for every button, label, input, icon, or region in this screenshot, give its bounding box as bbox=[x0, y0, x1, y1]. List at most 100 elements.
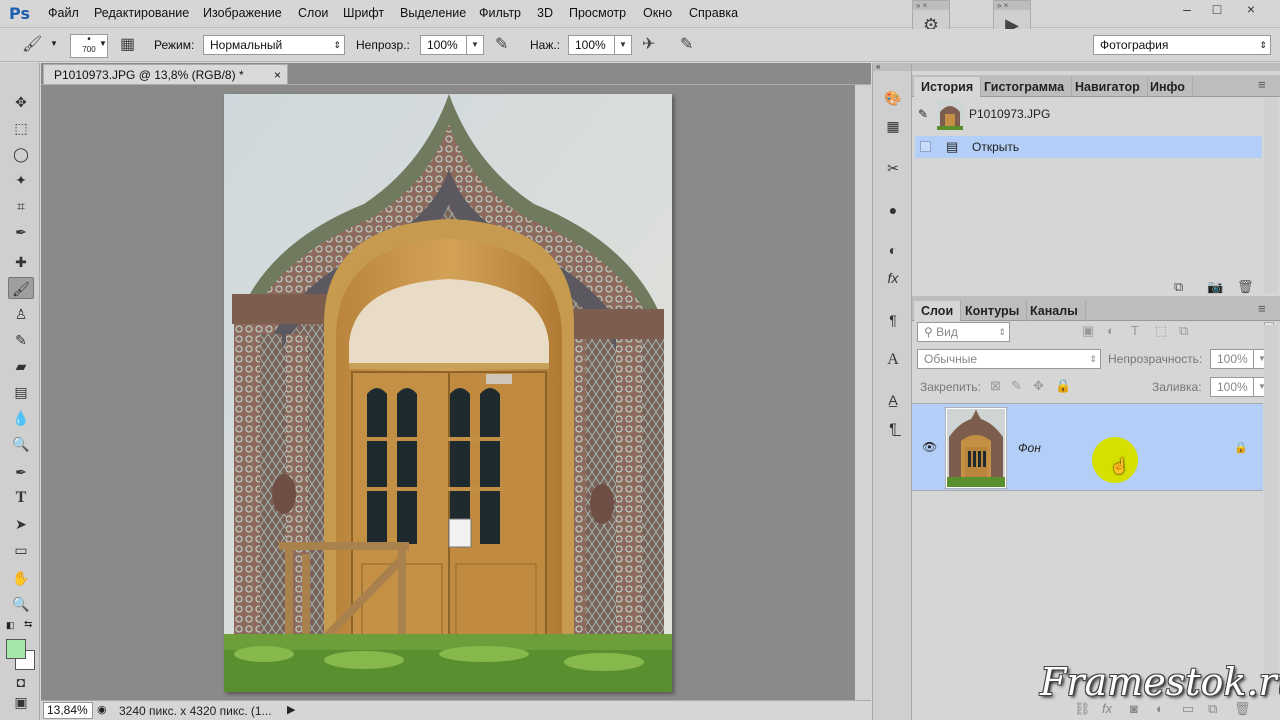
history-snapshot[interactable]: ✎ P1010973.JPG bbox=[912, 98, 1264, 132]
chevron-down-icon[interactable]: ▼ bbox=[99, 39, 107, 48]
lock-position-icon[interactable]: ✥ bbox=[1033, 378, 1044, 394]
layer-filter-select[interactable]: ⚲ Вид ⇕ bbox=[917, 322, 1010, 342]
close-window-button[interactable]: × bbox=[1234, 0, 1268, 20]
menu-file[interactable]: Файл bbox=[48, 6, 79, 20]
quick-mask-icon[interactable]: ◘ bbox=[8, 671, 34, 693]
tab-channels[interactable]: Каналы bbox=[1023, 301, 1086, 321]
history-step-selected[interactable]: ▤ Открыть bbox=[915, 136, 1262, 158]
zoom-tool-icon[interactable]: 🔍 bbox=[8, 593, 34, 615]
workspace-select[interactable]: Фотография ⇕ bbox=[1093, 35, 1271, 55]
hand-tool-icon[interactable]: ✋ bbox=[8, 567, 34, 589]
tab-layers[interactable]: Слои bbox=[914, 301, 962, 321]
maximize-button[interactable]: □ bbox=[1200, 0, 1234, 20]
camera-icon[interactable]: 📷 bbox=[1207, 279, 1223, 295]
color-palette-icon[interactable]: 🎨 bbox=[881, 87, 905, 109]
document-tab[interactable]: P1010973.JPG @ 13,8% (RGB/8) * × bbox=[43, 64, 288, 84]
panel-menu-icon[interactable]: ≡ bbox=[1258, 301, 1266, 316]
tab-info[interactable]: Инфо bbox=[1143, 77, 1193, 97]
menu-image[interactable]: Изображение bbox=[203, 6, 282, 20]
path-select-tool-icon[interactable]: ➤ bbox=[8, 513, 34, 535]
layer-row-background[interactable]: 👁 Фон ☝ 🔒 bbox=[912, 403, 1263, 491]
type-tool-icon[interactable]: T bbox=[8, 487, 34, 509]
tab-histogram[interactable]: Гистограмма bbox=[977, 77, 1073, 97]
marquee-tool-icon[interactable]: ⬚ bbox=[8, 117, 34, 139]
menu-type[interactable]: Шрифт bbox=[343, 6, 384, 20]
pressure-size-icon[interactable]: ✎ bbox=[680, 35, 693, 55]
quick-select-tool-icon[interactable]: ✦ bbox=[8, 169, 34, 191]
airbrush-icon[interactable]: ✈ bbox=[642, 35, 655, 55]
minimize-button[interactable]: – bbox=[1170, 0, 1204, 20]
vertical-scrollbar[interactable] bbox=[855, 85, 871, 700]
chevron-down-icon[interactable]: ▼ bbox=[50, 39, 58, 48]
eye-icon[interactable]: 👁 bbox=[922, 440, 937, 454]
character-styles-icon[interactable]: A̲ bbox=[881, 389, 905, 411]
lock-pixels-icon[interactable]: ✎ bbox=[1011, 378, 1022, 394]
history-brush-source-icon[interactable]: ✎ bbox=[918, 107, 928, 121]
brush-tool-icon[interactable]: 🖌 bbox=[8, 277, 34, 299]
swap-colors-icon[interactable]: ⇆ bbox=[24, 619, 32, 630]
filter-shape-icon[interactable]: ⬚ bbox=[1155, 323, 1167, 339]
paragraph-icon[interactable]: ¶ bbox=[881, 309, 905, 331]
filter-smart-icon[interactable]: ⧉ bbox=[1179, 323, 1188, 339]
blur-tool-icon[interactable]: 💧 bbox=[8, 407, 34, 429]
eraser-tool-icon[interactable]: ▰ bbox=[8, 355, 34, 377]
menu-help[interactable]: Справка bbox=[689, 6, 738, 20]
history-source-checkbox[interactable] bbox=[920, 141, 931, 152]
opacity-dropdown[interactable]: ▼ bbox=[466, 35, 484, 55]
menu-edit[interactable]: Редактирование bbox=[94, 6, 189, 20]
character-icon[interactable]: A bbox=[881, 349, 905, 371]
filter-adjustment-icon[interactable]: ◐ bbox=[1107, 323, 1115, 338]
brush-tool-icon[interactable]: 🖌 bbox=[22, 35, 42, 55]
move-tool-icon[interactable]: ✥ bbox=[8, 91, 34, 113]
play-icon[interactable]: ▶ bbox=[287, 703, 295, 716]
lasso-tool-icon[interactable]: ◯ bbox=[8, 143, 34, 165]
styles-icon[interactable]: fx bbox=[881, 267, 905, 289]
eyedropper-tool-icon[interactable]: ✒ bbox=[8, 221, 34, 243]
menu-3d[interactable]: 3D bbox=[537, 6, 553, 20]
foreground-color-swatch[interactable] bbox=[6, 639, 26, 659]
history-scrollbar[interactable] bbox=[1264, 98, 1278, 293]
layer-name[interactable]: Фон bbox=[1018, 441, 1041, 455]
tab-paths[interactable]: Контуры bbox=[958, 301, 1028, 321]
panel-menu-icon[interactable]: ≡ bbox=[1258, 77, 1266, 92]
healing-brush-tool-icon[interactable]: ✚ bbox=[8, 251, 34, 273]
trash-icon[interactable]: 🗑 bbox=[1237, 279, 1254, 295]
menu-view[interactable]: Просмотр bbox=[569, 6, 626, 20]
layer-blend-select[interactable]: Обычные ⇕ bbox=[917, 349, 1101, 369]
kuler-icon[interactable]: ● bbox=[881, 199, 905, 221]
lock-transparent-icon[interactable]: ⊠ bbox=[990, 378, 1001, 394]
pressure-input[interactable]: 100% bbox=[568, 35, 615, 55]
clone-stamp-tool-icon[interactable]: ♙ bbox=[8, 303, 34, 325]
menu-select[interactable]: Выделение bbox=[400, 6, 466, 20]
close-tab-icon[interactable]: × bbox=[274, 65, 281, 85]
filter-type-icon[interactable]: T bbox=[1131, 323, 1139, 338]
shape-tool-icon[interactable]: ▭ bbox=[8, 539, 34, 561]
adjustments-icon[interactable]: ◐ bbox=[881, 239, 905, 261]
pressure-opacity-icon[interactable]: ✎ bbox=[495, 35, 508, 55]
tab-navigator[interactable]: Навигатор bbox=[1068, 77, 1148, 97]
lock-all-icon[interactable]: 🔒 bbox=[1055, 378, 1071, 394]
new-document-from-state-icon[interactable]: ⧉ bbox=[1174, 279, 1183, 295]
menu-layers[interactable]: Слои bbox=[298, 6, 328, 20]
tools-presets-icon[interactable]: ✂ bbox=[881, 157, 905, 179]
pen-tool-icon[interactable]: ✒ bbox=[8, 461, 34, 483]
pressure-dropdown[interactable]: ▼ bbox=[614, 35, 632, 55]
swatches-icon[interactable]: ▦ bbox=[881, 115, 905, 137]
default-colors-icon[interactable]: ◧ bbox=[6, 620, 15, 631]
gradient-tool-icon[interactable]: ▤ bbox=[8, 381, 34, 403]
opacity-input[interactable]: 100% bbox=[420, 35, 467, 55]
dodge-tool-icon[interactable]: 🔍 bbox=[8, 433, 34, 455]
status-menu-icon[interactable]: ◉ bbox=[97, 703, 107, 716]
blend-mode-select[interactable]: Нормальный ⇕ bbox=[203, 35, 345, 55]
brush-panel-toggle-icon[interactable]: ▦ bbox=[120, 35, 135, 55]
menu-filter[interactable]: Фильтр bbox=[479, 6, 521, 20]
menu-window[interactable]: Окно bbox=[643, 6, 672, 20]
crop-tool-icon[interactable]: ⌗ bbox=[8, 195, 34, 217]
layers-scrollbar[interactable] bbox=[1264, 325, 1278, 695]
history-brush-tool-icon[interactable]: ✎ bbox=[8, 329, 34, 351]
layer-opacity-input[interactable]: 100% bbox=[1210, 349, 1254, 369]
fill-input[interactable]: 100% bbox=[1210, 377, 1254, 397]
screen-mode-icon[interactable]: ▣ bbox=[8, 693, 34, 711]
filter-pixel-icon[interactable]: ▣ bbox=[1082, 323, 1094, 339]
tab-history[interactable]: История bbox=[914, 77, 982, 97]
